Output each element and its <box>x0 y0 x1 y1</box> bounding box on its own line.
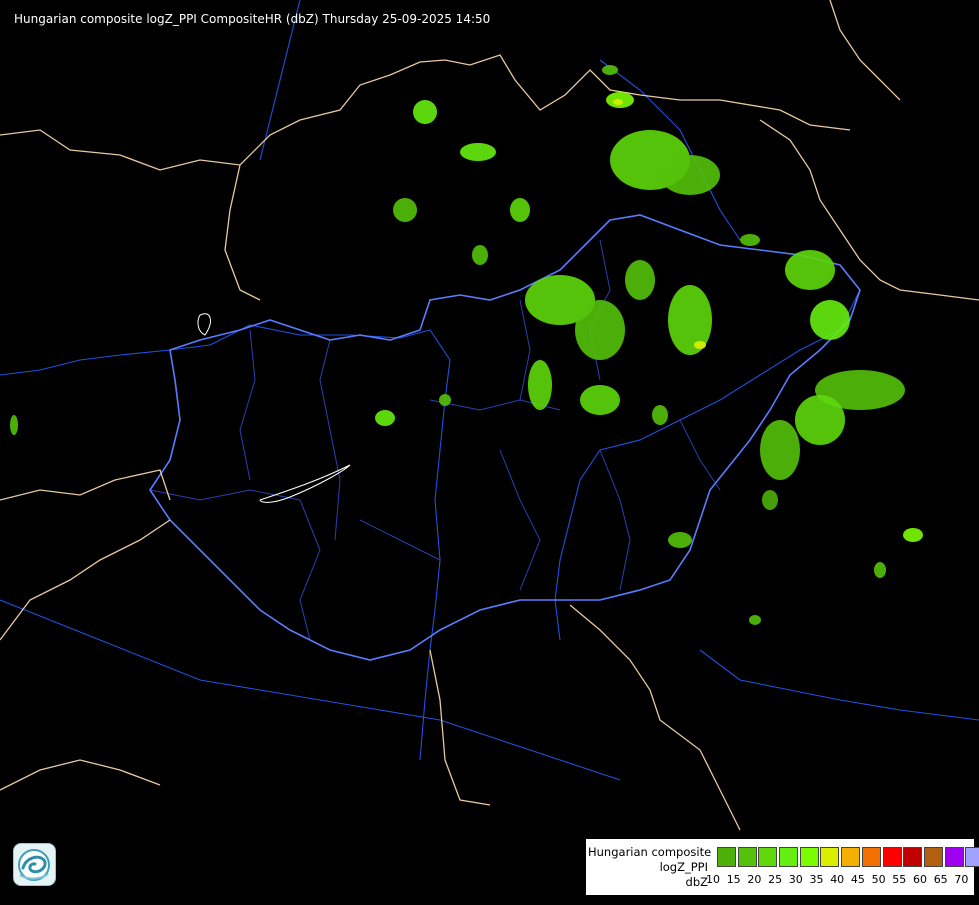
legend-tick-55: 55 <box>892 873 907 886</box>
legend-swatch-55 <box>903 847 923 867</box>
lake-neusiedl <box>197 313 211 336</box>
border-south <box>429 649 491 806</box>
county-border-5 <box>679 419 721 491</box>
border-ne-1 <box>829 0 901 101</box>
radar-echo <box>740 234 760 246</box>
legend-line-unit: dbZ <box>685 875 708 889</box>
radar-echo <box>874 562 886 578</box>
legend-tick-10: 10 <box>706 873 720 886</box>
radar-echo <box>749 615 761 625</box>
map-canvas <box>0 0 979 831</box>
radar-echo <box>762 490 778 510</box>
radar-echo <box>375 410 395 426</box>
county-border-0 <box>239 329 256 481</box>
radar-echo <box>393 198 417 222</box>
legend-swatch-40 <box>841 847 861 867</box>
radar-echo <box>668 532 692 548</box>
radar-echo <box>652 405 668 425</box>
radar-echo <box>660 155 720 195</box>
radar-echo-layer <box>10 65 923 625</box>
legend-line-product: logZ_PPI <box>659 860 708 874</box>
legend-line-network: Hungarian composite <box>588 845 712 859</box>
legend-swatch-65 <box>944 847 964 867</box>
county-border-8 <box>149 489 301 501</box>
radar-echo <box>625 260 655 300</box>
legend-swatch-10 <box>717 847 736 867</box>
radar-echo <box>613 99 623 105</box>
radar-echo <box>580 385 620 415</box>
county-border-layer <box>149 239 721 641</box>
radar-echo <box>810 300 850 340</box>
lake-balaton <box>259 464 351 503</box>
legend-caption: Hungarian composite logZ_PPI dbZ <box>588 845 712 890</box>
legend-tick-40: 40 <box>830 873 845 886</box>
map-title: Hungarian composite logZ_PPI CompositeHR… <box>14 12 491 26</box>
county-border-3 <box>499 449 541 591</box>
drava-sava <box>0 599 621 781</box>
legend-swatch-45 <box>861 847 881 867</box>
radar-echo <box>10 415 18 435</box>
radar-echo <box>785 250 835 290</box>
border-se <box>569 604 741 831</box>
legend-tick-30: 30 <box>788 873 803 886</box>
lakes-layer <box>197 313 351 503</box>
hungary-outline <box>149 214 861 661</box>
border-west-1 <box>224 164 261 301</box>
border-croatia <box>0 759 161 791</box>
county-border-9 <box>299 499 321 641</box>
legend-tick-65: 65 <box>933 873 948 886</box>
radar-echo <box>472 245 488 265</box>
radar-echo <box>760 420 800 480</box>
radar-echo <box>439 394 451 406</box>
legend-swatch-35 <box>820 847 840 867</box>
radar-echo <box>795 395 845 445</box>
radar-echo <box>694 341 706 349</box>
legend-swatch-30 <box>799 847 819 867</box>
radar-echo <box>575 300 625 360</box>
radar-echo <box>413 100 437 124</box>
legend-color-scale <box>717 847 979 867</box>
radar-echo <box>528 360 552 410</box>
danube <box>0 324 451 761</box>
county-border-1 <box>319 339 341 541</box>
radar-echo <box>460 143 496 161</box>
legend-tick-45: 45 <box>850 873 865 886</box>
county-border-4 <box>599 449 631 591</box>
radar-echo <box>602 65 618 75</box>
legend-tick-60: 60 <box>913 873 927 886</box>
county-border-10 <box>359 519 441 561</box>
legend-tick-15: 15 <box>726 873 741 886</box>
omsz-logo-icon <box>13 843 56 886</box>
legend-tick-25: 25 <box>768 873 783 886</box>
danube-lower <box>699 649 979 721</box>
legend-swatch-20 <box>758 847 778 867</box>
legend-swatch-70 <box>965 847 979 867</box>
legend-tick-labels: 10 15 20 25 30 35 40 45 50 55 60 65 70 <box>706 873 977 887</box>
radar-map: Hungarian composite logZ_PPI CompositeHR… <box>0 0 979 900</box>
legend-swatch-50 <box>882 847 902 867</box>
legend-swatch-25 <box>779 847 799 867</box>
legend-tick-20: 20 <box>747 873 762 886</box>
radar-echo <box>903 528 923 542</box>
radar-echo <box>510 198 530 222</box>
legend-tick-70: 70 <box>954 873 969 886</box>
reflectivity-legend: Hungarian composite logZ_PPI dbZ 10 15 20 2… <box>585 838 979 896</box>
border-sw-1 <box>0 469 171 501</box>
hungary-border <box>149 214 861 661</box>
border-sw-2 <box>0 519 171 641</box>
legend-tick-50: 50 <box>871 873 886 886</box>
legend-swatch-60 <box>923 847 943 867</box>
legend-tick-35: 35 <box>809 873 824 886</box>
legend-swatch-15 <box>737 847 757 867</box>
